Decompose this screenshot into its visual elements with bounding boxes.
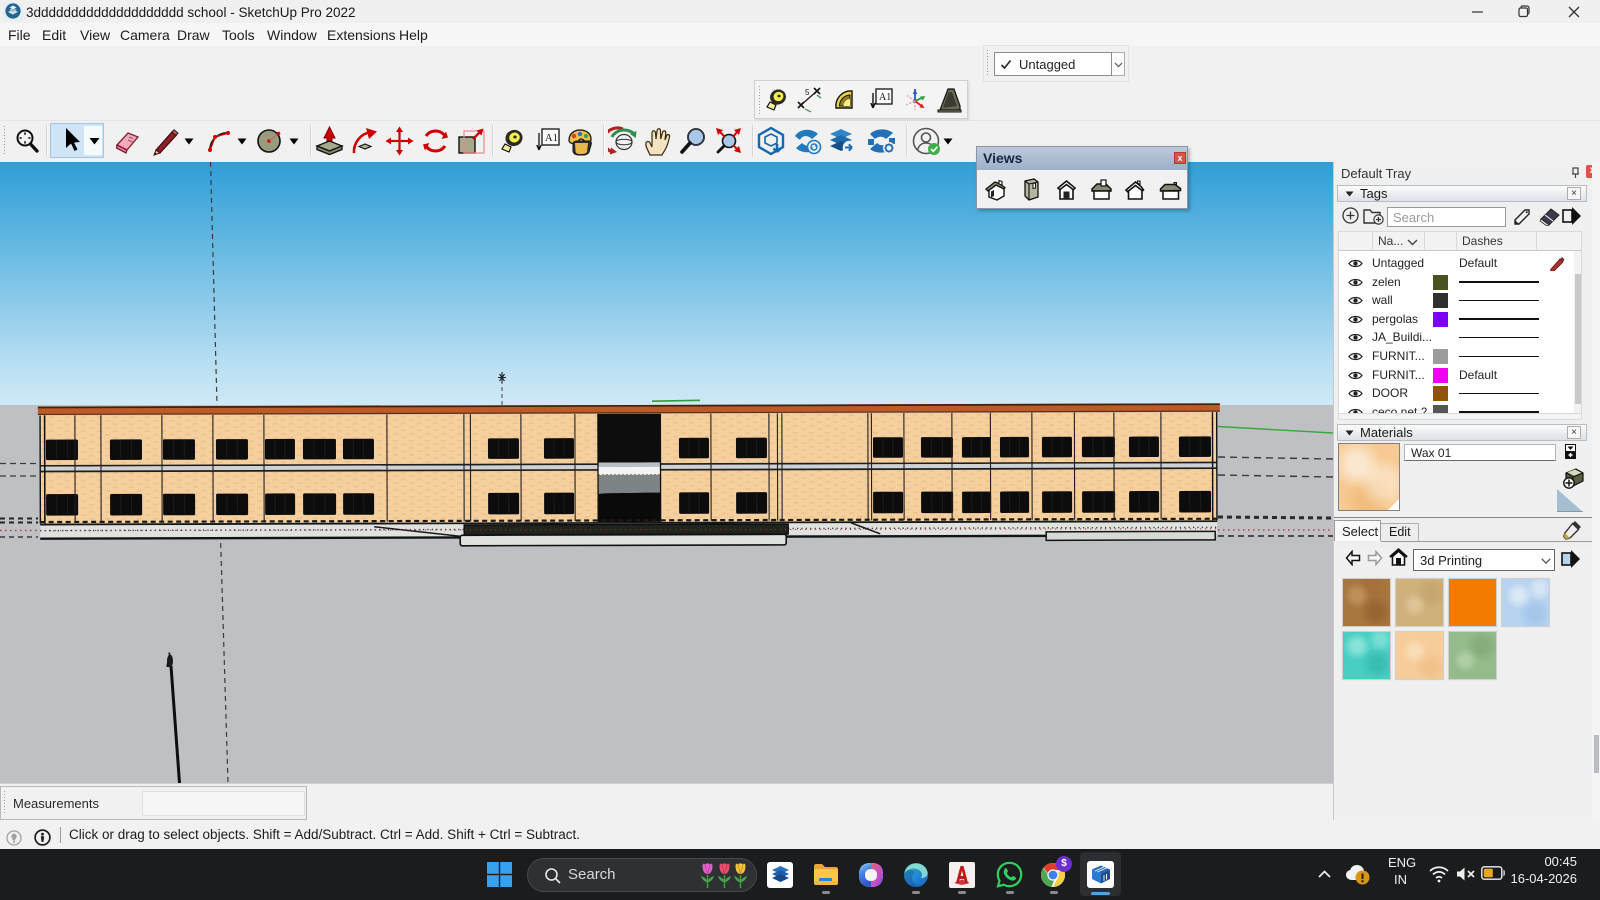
svg-text:5: 5 bbox=[805, 88, 810, 97]
svg-text:A1: A1 bbox=[879, 92, 891, 103]
svg-text:A1: A1 bbox=[545, 133, 558, 144]
